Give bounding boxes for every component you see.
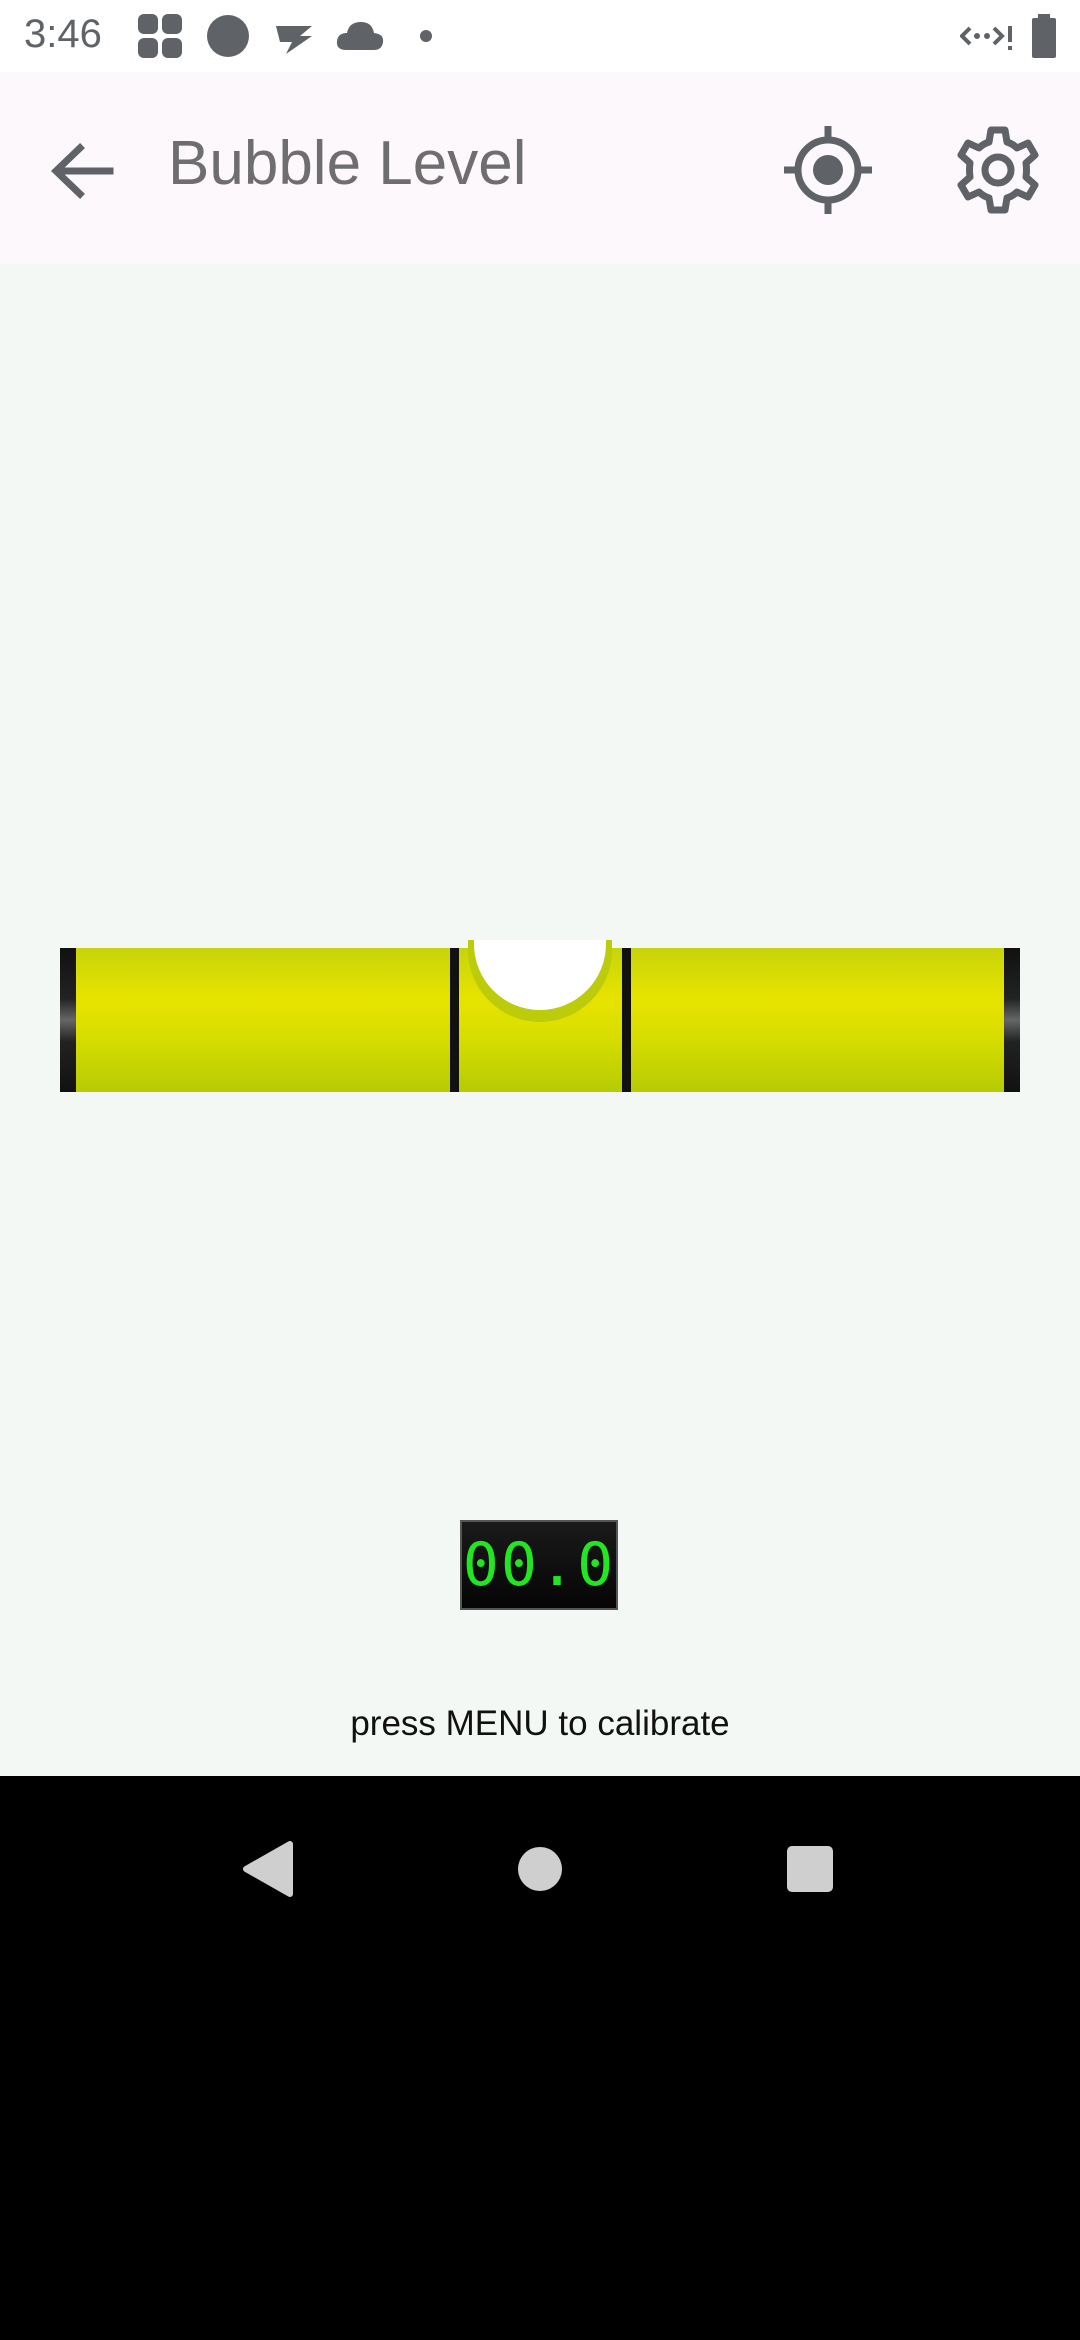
dot-icon (420, 30, 432, 42)
level-end-cap-right (1004, 948, 1020, 1092)
wifi-off-icon (276, 26, 312, 54)
cloud-icon (336, 22, 384, 50)
target-icon[interactable] (780, 122, 876, 218)
gear-icon[interactable] (950, 122, 1046, 218)
app-bar: Bubble Level (0, 72, 1080, 264)
home-circle-icon[interactable] (495, 1824, 585, 1914)
app-grid-icon (138, 14, 182, 58)
level-end-cap-left (60, 948, 76, 1092)
arrow-back-icon[interactable] (40, 126, 130, 216)
signal-icon (960, 26, 1012, 50)
angle-value: 00.0 (462, 1530, 616, 1600)
recents-square-icon[interactable] (765, 1824, 855, 1914)
navigation-bar (0, 1776, 1080, 2340)
circle-icon (207, 15, 249, 57)
level-marker-right (622, 948, 631, 1092)
bubble-level-tube (60, 940, 1020, 1092)
level-marker-left (450, 948, 459, 1092)
status-bar: 3:46 (0, 0, 1080, 72)
level-screen: 00.0 press MENU to calibrate (0, 264, 1080, 1776)
angle-readout: 00.0 (460, 1520, 618, 1610)
page-title: Bubble Level (168, 129, 527, 198)
status-time: 3:46 (24, 12, 102, 56)
back-triangle-icon[interactable] (224, 1824, 314, 1914)
battery-icon (1032, 14, 1056, 58)
calibrate-hint: press MENU to calibrate (350, 1704, 730, 1743)
